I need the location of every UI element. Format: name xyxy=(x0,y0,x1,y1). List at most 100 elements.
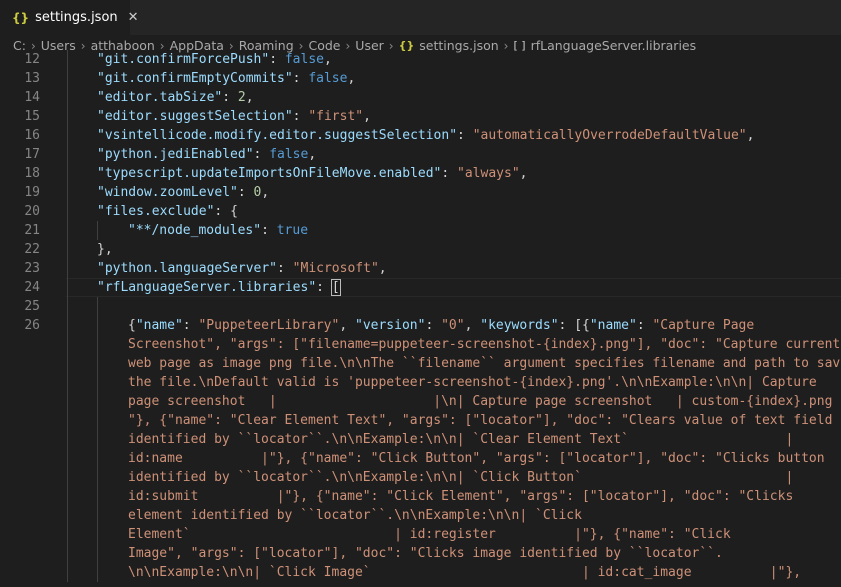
code-line: 13 "git.confirmEmptyCommits": false, xyxy=(0,69,841,88)
json-key: "keywords" xyxy=(480,318,559,333)
colon: : xyxy=(292,71,309,86)
wrapped-line: identified by ``locator``.\n\nExample:\n… xyxy=(0,468,841,487)
tab-bar: {} settings.json ✕ xyxy=(0,0,841,35)
json-key: "typescript.updateImportsOnFileMove.enab… xyxy=(97,166,442,181)
line-number: 18 xyxy=(24,166,40,181)
colon: : xyxy=(292,109,309,124)
wrapped-line: Image", "args": ["locator"], "doc": "Cli… xyxy=(0,544,841,563)
comma: , xyxy=(323,52,332,67)
json-key: "window.zoomLevel" xyxy=(97,185,238,200)
json-key: "git.confirmEmptyCommits" xyxy=(97,71,293,86)
wrapped-text: identified by ``locator``.\n\nExample:\n… xyxy=(128,470,794,485)
json-key: "version" xyxy=(355,318,426,333)
code-text: "editor.suggestSelection": "first", xyxy=(97,107,371,126)
code-line: 17 "python.jediEnabled": false, xyxy=(0,145,841,164)
wrapped-text: page screenshot | |\n| Capture page scre… xyxy=(128,394,841,409)
json-value: false xyxy=(269,147,309,162)
code-editor[interactable]: 12 "git.confirmForcePush": false, 13 "git.c… xyxy=(0,50,841,587)
open-bracket: [ xyxy=(330,279,341,296)
json-value: "0" xyxy=(441,318,465,333)
code-line: 26 {"name": "PuppeteerLibrary", "version"… xyxy=(0,316,841,335)
json-file-icon: {} xyxy=(12,10,30,25)
code-text: "python.jediEnabled": false, xyxy=(97,145,316,164)
code-line: 22}, xyxy=(0,240,841,259)
json-value: "first" xyxy=(308,109,364,124)
code-text: "window.zoomLevel": 0, xyxy=(97,183,269,202)
code-line: 24 "rfLanguageServer.libraries": [ xyxy=(0,278,841,297)
code-line: 20 "files.exclude": { xyxy=(0,202,841,221)
json-key: "editor.tabSize" xyxy=(97,90,223,105)
wrapped-line: Screenshot", "args": ["filename=puppetee… xyxy=(0,335,841,354)
bracket-open: [{ xyxy=(574,318,590,333)
comma: , xyxy=(464,318,481,333)
comma: , xyxy=(339,318,355,333)
wrapped-text: the file.\nDefault valid is 'puppeteer-s… xyxy=(128,375,817,390)
json-key: "editor.suggestSelection" xyxy=(97,109,293,124)
code-text: {"name": "PuppeteerLibrary", "version": … xyxy=(128,316,754,335)
code-line: 15 "editor.suggestSelection": "first", xyxy=(0,107,841,126)
colon: : xyxy=(222,90,238,105)
line-number: 26 xyxy=(24,318,40,333)
wrapped-text: identified by ``locator``.\n\nExample:\n… xyxy=(128,432,794,447)
wrapped-text: element identified by ``locator``.\n\nEx… xyxy=(128,508,582,523)
wrapped-text: id:submit |"}, {"name": "Click Element",… xyxy=(128,489,794,504)
json-key: "rfLanguageServer.libraries" xyxy=(97,280,317,295)
line-number: 19 xyxy=(24,185,40,200)
wrapped-line: id:name |"}, {"name": "Click Button", "a… xyxy=(0,449,841,468)
code-line: 12 "git.confirmForcePush": false, xyxy=(0,50,841,69)
colon: : xyxy=(182,318,199,333)
line-number: 24 xyxy=(24,280,40,295)
colon: : xyxy=(261,223,277,238)
wrapped-line: Element` | id:register |"}, {"name": "Cl… xyxy=(0,525,841,544)
wrapped-text: "}, {"name": "Clear Element Text", "args… xyxy=(128,413,833,428)
json-value: true xyxy=(276,223,309,238)
json-key: "files.exclude" xyxy=(97,204,215,219)
code-text: "files.exclude": { xyxy=(97,202,238,221)
line-number: 13 xyxy=(24,71,40,86)
line-number: 15 xyxy=(24,109,40,124)
code-line: 14 "editor.tabSize": 2, xyxy=(0,88,841,107)
wrapped-text: Image", "args": ["locator"], "doc": "Cli… xyxy=(128,546,723,561)
line-number: 16 xyxy=(24,128,40,143)
comma: , xyxy=(308,147,317,162)
json-value: "Capture Page xyxy=(652,318,755,333)
colon: : xyxy=(441,166,458,181)
punctuation: }, xyxy=(97,242,113,257)
wrapped-text: web page as image png file.\n\nThe ``fil… xyxy=(128,356,841,371)
close-icon[interactable]: ✕ xyxy=(128,10,139,25)
wrapped-line: the file.\nDefault valid is 'puppeteer-s… xyxy=(0,373,841,392)
json-value: "automaticallyOverrodeDefaultValue" xyxy=(472,128,747,143)
comma: , xyxy=(245,90,254,105)
code-line: 18 "typescript.updateImportsOnFileMove.en… xyxy=(0,164,841,183)
tab-settings-json[interactable]: {} settings.json ✕ xyxy=(0,0,139,35)
code-text: "vsintellicode.modify.editor.suggestSele… xyxy=(97,126,754,145)
colon: : xyxy=(457,128,473,143)
json-key: "vsintellicode.modify.editor.suggestSele… xyxy=(97,128,458,143)
code-text: "typescript.updateImportsOnFileMove.enab… xyxy=(97,164,527,183)
wrapped-text: Element` | id:register |"}, {"name": "Cl… xyxy=(128,527,731,542)
wrapped-line: web page as image png file.\n\nThe ``fil… xyxy=(0,354,841,373)
tab-title: settings.json xyxy=(35,10,118,25)
wrapped-line: element identified by ``locator``.\n\nEx… xyxy=(0,506,841,525)
wrapped-line: id:submit |"}, {"name": "Click Element",… xyxy=(0,487,841,506)
wrapped-line: "}, {"name": "Clear Element Text", "args… xyxy=(0,411,841,430)
colon: : xyxy=(558,318,575,333)
json-value: { xyxy=(230,204,238,219)
line-number: 12 xyxy=(24,52,40,67)
wrapped-line: \n\nExample:\n\n| `Click Image` | id:cat… xyxy=(0,563,841,582)
code-text: "git.confirmEmptyCommits": false, xyxy=(97,69,355,88)
code-line: 19 "window.zoomLevel": 0, xyxy=(0,183,841,202)
code-line: 16 "vsintellicode.modify.editor.suggestSe… xyxy=(0,126,841,145)
colon: : xyxy=(636,318,653,333)
wrapped-line: page screenshot | |\n| Capture page scre… xyxy=(0,392,841,411)
line-number: 20 xyxy=(24,204,40,219)
brace: { xyxy=(128,318,136,333)
comma: , xyxy=(261,185,270,200)
json-value: false xyxy=(308,71,348,86)
json-key: "python.languageServer" xyxy=(97,261,278,276)
wrapped-text: Screenshot", "args": ["filename=puppetee… xyxy=(128,337,841,352)
colon: : xyxy=(269,52,285,67)
json-key: "name" xyxy=(589,318,637,333)
comma: , xyxy=(363,109,371,124)
wrapped-text: \n\nExample:\n\n| `Click Image` | id:cat… xyxy=(128,565,802,580)
